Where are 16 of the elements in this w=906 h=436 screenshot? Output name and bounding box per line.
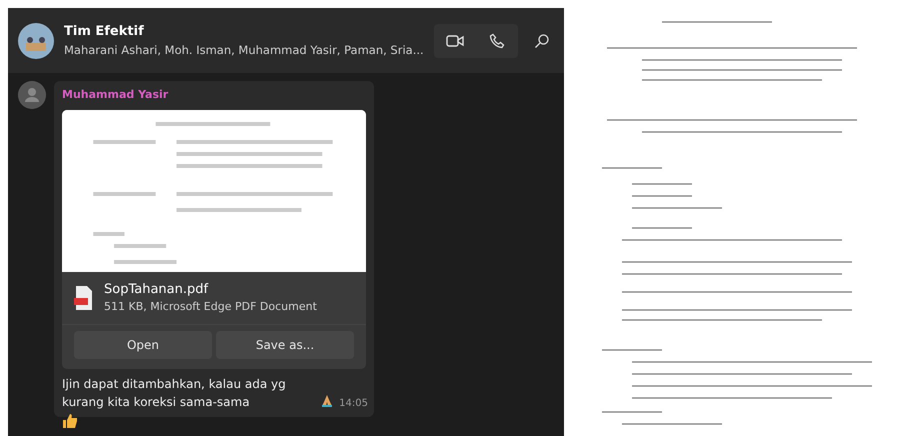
file-action-button[interactable]: Open [74,330,212,358]
group-avatar[interactable] [18,22,54,58]
file-action-button[interactable]: Save as... [216,330,354,358]
search-icon [534,32,550,48]
sender-name: Muhammad Yasir [62,87,170,103]
user-avatar[interactable] [18,81,46,109]
video-camera-icon [446,34,464,48]
group-title: Tim Efektif [64,23,145,42]
message-time: 14:05 [339,396,368,410]
pdf-file-icon [74,286,94,310]
phone-icon [488,32,505,48]
thumbs-up-icon[interactable] [62,412,78,429]
file-name: SopTahanan.pdf [104,280,210,298]
file-info: 511 KB, Microsoft Edge PDF Document [104,299,317,315]
member-list: Maharani Ashari, Moh. Isman, Muhammad Yasir, Paman, Sria... [64,42,424,59]
message-text: Ijin dapat ditambahkan, kalau ada yg kurang kita koreksi sama-sama [62,376,287,410]
